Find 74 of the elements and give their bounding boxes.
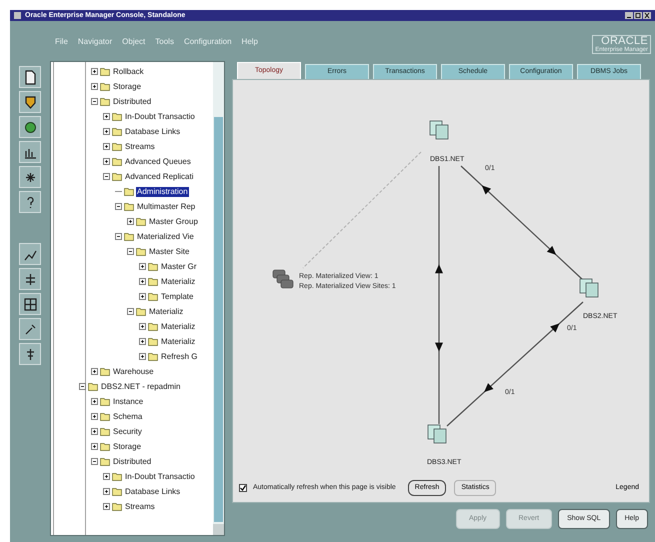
tree-item[interactable]: Refresh G [160,352,198,362]
collapse-icon[interactable] [115,203,122,210]
checkbox[interactable] [239,484,247,492]
database-icon[interactable] [580,278,598,298]
app-icon [14,12,21,19]
tree-item[interactable]: Database Links [124,126,182,136]
tree-item[interactable]: Schema [112,412,144,422]
tree-item[interactable]: Advanced Queues [124,156,192,166]
tree-item[interactable]: Multimaster Rep [136,202,196,212]
tree-item[interactable]: Master Group [148,216,199,226]
tree-item[interactable]: Administration [136,186,189,196]
expand-icon[interactable] [103,128,110,135]
expand-icon[interactable] [103,503,110,510]
tree-item[interactable]: Storage [112,82,142,92]
collapse-icon[interactable] [79,383,86,390]
expand-icon[interactable] [91,443,98,450]
database-icon[interactable] [428,424,446,444]
database-icon[interactable] [430,120,448,140]
expand-icon[interactable] [139,323,146,330]
tree-item[interactable]: Warehouse [112,366,155,376]
expand-icon[interactable] [91,413,98,420]
tree-item[interactable]: Instance [112,396,144,406]
page-icon[interactable] [22,70,38,84]
tree-item[interactable]: DBS2.NET - repadmin [100,382,182,392]
expand-icon[interactable] [103,158,110,165]
tree-item[interactable]: Materializ [160,336,196,346]
tree-item[interactable]: Distributed [112,456,152,466]
tree-item[interactable]: Storage [112,442,142,452]
scrollbar[interactable] [213,62,224,535]
globe-icon[interactable] [22,120,38,134]
tree-item[interactable]: Streams [124,142,156,152]
tree-item[interactable]: Advanced Replicati [124,172,194,182]
expand-icon[interactable] [139,338,146,345]
shield-icon[interactable] [22,94,38,110]
expand-icon[interactable] [139,278,146,285]
tree-item[interactable]: Database Links [124,486,182,496]
tree-item[interactable]: Master Gr [160,262,198,272]
tree-item[interactable]: Materialized Vie [136,232,195,242]
tree-item[interactable]: Streams [124,502,156,512]
expand-icon[interactable] [139,263,146,270]
tree-item[interactable]: In-Doubt Transactio [124,112,196,122]
collapse-icon[interactable] [91,98,98,105]
expand-icon[interactable] [139,293,146,300]
maximize-icon[interactable] [634,12,642,19]
expand-icon[interactable] [103,473,110,480]
expand-icon[interactable] [103,488,110,495]
tree-item[interactable]: Materializ [160,322,196,332]
tree-item[interactable]: Distributed [112,96,152,106]
grid-icon[interactable] [22,296,38,312]
tree-item[interactable]: Rollback [112,66,145,76]
expand-icon[interactable] [91,68,98,75]
expand-icon[interactable] [127,218,134,225]
expand-icon[interactable] [91,368,98,375]
expand-icon[interactable] [103,113,110,120]
expand-icon[interactable] [91,398,98,405]
collapse-icon[interactable] [127,308,134,315]
expand-icon[interactable] [91,428,98,435]
tree-item[interactable]: Master Site [148,246,190,256]
stack-icon[interactable] [272,270,294,288]
tree-item[interactable]: In-Doubt Transactio [124,472,196,482]
collapse-icon[interactable] [115,233,122,240]
tree-item[interactable]: Materializ [148,306,184,316]
collapse-icon[interactable] [103,173,110,180]
tree-item[interactable]: Template [160,292,194,302]
tree-item[interactable]: Materializ [160,276,196,286]
minimize-icon[interactable] [625,12,633,19]
tree-item[interactable]: Security [112,426,143,436]
collapse-icon[interactable] [91,458,98,465]
expand-icon[interactable] [103,143,110,150]
close-icon[interactable] [643,12,651,19]
expand-icon[interactable] [139,353,146,360]
logo-brand: ORACLE [601,36,648,47]
expand-icon[interactable] [91,83,98,90]
collapse-icon[interactable] [127,248,134,255]
